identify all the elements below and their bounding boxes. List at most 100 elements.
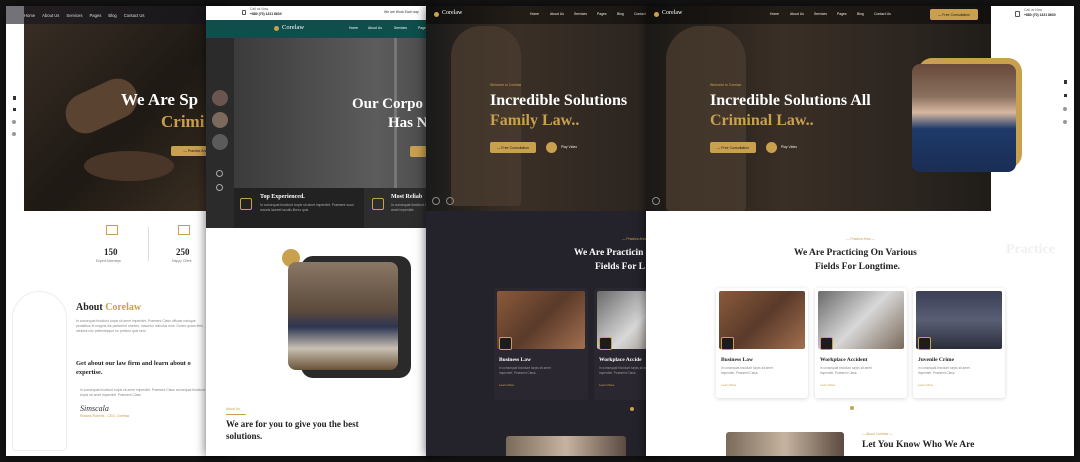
learn-more-link[interactable]: Learn More xyxy=(820,383,835,387)
template-preview-2: Call us Now +880 (70) 1321 8630 We are W… xyxy=(206,6,438,456)
linkedin-icon[interactable] xyxy=(12,120,16,124)
card-desc: In consequat tincidunt turpis sit amet i… xyxy=(918,366,970,375)
twitter-icon[interactable] xyxy=(1064,94,1067,97)
about-kicker: — About Corelaw — xyxy=(862,432,893,436)
pager-dot[interactable] xyxy=(850,406,854,410)
free-consultation-top-button[interactable]: — Free Consultation xyxy=(930,9,978,20)
hero-title-line1: Our Corpo xyxy=(352,96,423,112)
play-icon[interactable] xyxy=(546,142,557,153)
nav-home[interactable]: Home xyxy=(349,26,358,31)
free-consultation-button[interactable]: — Free Consultation xyxy=(710,142,756,153)
card-desc: In consequat tincidunt turpis sit amet i… xyxy=(499,366,551,375)
practice-card[interactable]: Juvenile Crime In consequat tincidunt tu… xyxy=(913,288,1005,398)
slider-prev-icon[interactable] xyxy=(652,197,660,205)
logo-mark-icon xyxy=(434,12,439,17)
thumb-3[interactable] xyxy=(212,134,228,150)
linkedin-icon[interactable] xyxy=(1063,107,1067,111)
about-title-a: About xyxy=(76,302,106,313)
logo-text[interactable]: Corelaw xyxy=(442,10,462,16)
nav-contact[interactable]: Contact Us xyxy=(124,13,145,18)
phone-number: +880 (70) 1321 8630 xyxy=(250,12,282,16)
attorney-icon xyxy=(106,225,118,235)
learn-more-link[interactable]: Learn More xyxy=(499,383,514,387)
logo-text[interactable]: Corelaw xyxy=(282,24,304,31)
free-consultation-button[interactable]: — Free Consultation xyxy=(490,142,536,153)
nav-services[interactable]: Services xyxy=(574,12,587,17)
logo-mark-icon xyxy=(274,26,279,31)
nav-blog[interactable]: Blog xyxy=(857,12,864,17)
learn-more-link[interactable]: Learn More xyxy=(918,383,933,387)
arrow-up-icon[interactable] xyxy=(216,170,223,177)
nav-home[interactable]: Home xyxy=(530,12,539,17)
nav-pages[interactable]: Pages xyxy=(837,12,847,17)
thumb-1[interactable] xyxy=(212,90,228,106)
practice-title-2: Fields For Longtime. xyxy=(815,262,901,272)
hero-title-line1: Incredible Solutions xyxy=(490,92,628,109)
practice-kicker: — Practice Area — xyxy=(846,237,875,241)
learn-more-link[interactable]: Learn More xyxy=(721,383,736,387)
practice-card[interactable]: Business Law In consequat tincidunt turp… xyxy=(716,288,808,398)
nav-contact[interactable]: Contact Us xyxy=(874,12,891,17)
section-kicker: About Us xyxy=(226,407,240,411)
card-title: Juvenile Crime xyxy=(918,357,954,363)
practice-card[interactable]: Workplace Accident In consequat tincidun… xyxy=(815,288,907,398)
justice-statue-sketch xyxy=(12,291,67,451)
side-social-bar xyxy=(6,24,24,211)
teal-nav: Corelaw Home About Us Services Pages xyxy=(206,20,438,38)
nav-pages[interactable]: Pages xyxy=(89,13,101,18)
card-title: Workplace Accident xyxy=(820,357,868,363)
signature-paragraph: In consequat tincidunt turpis sit amet i… xyxy=(80,388,205,397)
hero-title-line2: Criminal Law.. xyxy=(710,112,814,129)
pager-dot[interactable] xyxy=(630,407,634,411)
logo-text[interactable]: Corelaw xyxy=(662,10,682,16)
practice-card[interactable]: Business Law In consequat tincidunt turp… xyxy=(494,288,588,400)
stat-attorneys-value: 150 xyxy=(104,247,118,257)
practice-kicker: — Practice Area xyxy=(622,237,647,241)
thumb-2[interactable] xyxy=(212,112,228,128)
team-photos-strip xyxy=(506,436,626,456)
topbar-right-text: We are Work Each day xyxy=(384,10,419,14)
nav-about[interactable]: About Us xyxy=(42,13,59,18)
logo-mark-icon xyxy=(654,12,659,17)
hero-banner xyxy=(234,38,438,188)
nav-home[interactable]: Home xyxy=(24,13,35,18)
learn-more-link[interactable]: Learn More xyxy=(599,383,614,387)
play-video-label[interactable]: Play Video xyxy=(561,145,577,150)
instagram-icon[interactable] xyxy=(12,132,16,136)
hero-title-line1: Incredible Solutions All xyxy=(710,92,871,109)
nav-about[interactable]: About Us xyxy=(368,26,382,31)
card-title: Workplace Accide xyxy=(599,357,642,363)
stat-clients-value: 250 xyxy=(176,247,190,257)
signature-role: Rosaria Roberts - CEO, Corelaw xyxy=(80,414,130,418)
hero-title-line1: We Are Sp xyxy=(121,90,199,109)
play-icon[interactable] xyxy=(766,142,777,153)
twitter-icon[interactable] xyxy=(13,108,16,111)
hero-welcome: Welcome to Corelaw xyxy=(490,83,522,87)
nav-about[interactable]: About Us xyxy=(550,12,564,17)
section-title: We are for you to give you the best solu… xyxy=(226,419,359,441)
nav-services[interactable]: Services xyxy=(814,12,827,17)
nav-services[interactable]: Services xyxy=(66,13,82,18)
nav-services[interactable]: Services xyxy=(394,26,407,31)
nav-about[interactable]: About Us xyxy=(790,12,804,17)
template-preview-4: Corelaw Home About Us Services Pages Blo… xyxy=(646,6,1074,456)
main-nav: Corelaw Home About Us Services Pages Blo… xyxy=(646,6,991,24)
lawyer-portrait xyxy=(912,64,1016,172)
slider-next-icon[interactable] xyxy=(446,197,454,205)
instagram-icon[interactable] xyxy=(1063,120,1067,124)
facebook-icon[interactable] xyxy=(13,96,16,100)
nav-pages[interactable]: Pages xyxy=(597,12,607,17)
slider-prev-icon[interactable] xyxy=(432,197,440,205)
hero-title-line2: Has N xyxy=(388,115,428,131)
stats-row: 150 Expert Attorneys 250 Happy Client xyxy=(86,221,226,271)
card-title: Business Law xyxy=(721,357,753,363)
nav-home[interactable]: Home xyxy=(770,12,779,17)
nav-blog[interactable]: Blog xyxy=(108,13,116,18)
helmet-icon xyxy=(820,337,833,350)
phone-number: +880 (70) 1321 8630 xyxy=(1024,13,1056,17)
nav-blog[interactable]: Blog xyxy=(617,12,624,17)
card-desc: In consequat tincidunt turpis sit amet i… xyxy=(721,366,773,375)
facebook-icon[interactable] xyxy=(1064,80,1067,84)
play-video-label[interactable]: Play Video xyxy=(781,145,797,150)
arrow-down-icon[interactable] xyxy=(216,184,223,191)
